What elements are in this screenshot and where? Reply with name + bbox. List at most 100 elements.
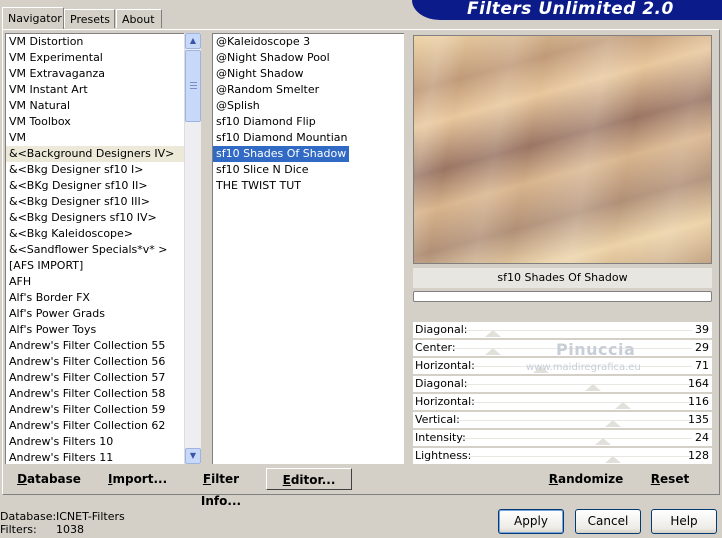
param-value: 71 (695, 359, 709, 372)
category-item[interactable]: &<Bkg Designer sf10 III> (6, 194, 185, 210)
category-item[interactable]: AFH (6, 274, 185, 290)
param-label: Horizontal: (415, 395, 475, 408)
category-item[interactable]: Andrew's Filter Collection 57 (6, 370, 185, 386)
app-title: Filters Unlimited 2.0 (467, 0, 674, 19)
param-label: Lightness: (415, 449, 472, 462)
param-value: 135 (688, 413, 709, 426)
category-item[interactable]: Alf's Border FX (6, 290, 185, 306)
category-item[interactable]: [AFS IMPORT] (6, 258, 185, 274)
param-value: 29 (695, 341, 709, 354)
scroll-up-button[interactable]: ▲ (185, 33, 201, 49)
category-item[interactable]: &<Background Designers IV> (6, 146, 185, 162)
title-banner: Filters Unlimited 2.0 (412, 0, 722, 20)
category-item[interactable]: Andrew's Filter Collection 58 (6, 386, 185, 402)
category-scrollbar[interactable]: ▲ ▼ (184, 33, 201, 464)
param-slider[interactable]: Diagonal: 39 (413, 322, 712, 338)
category-item[interactable]: VM Instant Art (6, 82, 185, 98)
param-value: 24 (695, 431, 709, 444)
slider-track[interactable] (443, 456, 692, 457)
tab-navigator[interactable]: Navigator (2, 7, 64, 29)
param-slider[interactable]: Intensity: 24 (413, 430, 712, 446)
category-item[interactable]: Andrew's Filter Collection 55 (6, 338, 185, 354)
filter-info-button[interactable]: Filter Info... (186, 468, 256, 508)
category-item[interactable]: Alf's Power Toys (6, 322, 185, 338)
category-item[interactable]: VM Toolbox (6, 114, 185, 130)
progress-bar (413, 291, 712, 302)
preview-filter-name: sf10 Shades Of Shadow (413, 268, 712, 288)
filter-item[interactable]: @Random Smelter (213, 82, 404, 98)
param-label: Center: (415, 341, 456, 354)
param-slider[interactable]: Vertical: 135 (413, 412, 712, 428)
filter-item[interactable]: @Night Shadow (213, 66, 404, 82)
database-value: ICNET-Filters (56, 510, 125, 523)
param-slider[interactable]: Lightness: 128 (413, 448, 712, 464)
cancel-button[interactable]: Cancel (575, 509, 641, 534)
param-value: 39 (695, 323, 709, 336)
randomize-button[interactable]: Randomize (548, 468, 624, 490)
filter-item[interactable]: @Kaleidoscope 3 (213, 34, 404, 50)
param-label: Horizontal: (415, 359, 475, 372)
filter-item[interactable]: sf10 Diamond Flip (213, 114, 404, 130)
category-item[interactable]: VM Natural (6, 98, 185, 114)
slider-knob[interactable] (595, 438, 611, 445)
scroll-down-button[interactable]: ▼ (185, 448, 201, 464)
param-label: Vertical: (415, 413, 460, 426)
param-value: 128 (688, 449, 709, 462)
tab-about[interactable]: About (116, 9, 162, 28)
slider-track[interactable] (443, 438, 692, 439)
import-button[interactable]: Import... (108, 468, 167, 490)
category-item[interactable]: &<Bkg Kaleidoscope> (6, 226, 185, 242)
filter-item-label: sf10 Shades Of Shadow (213, 146, 350, 162)
watermark-url: www.maidiregrafica.eu (526, 362, 641, 373)
slider-knob[interactable] (485, 348, 501, 355)
category-item[interactable]: VM Distortion (6, 34, 185, 50)
slider-knob[interactable] (605, 456, 621, 463)
slider-track[interactable] (443, 384, 692, 385)
filter-item[interactable]: sf10 Slice N Dice (213, 162, 404, 178)
param-slider[interactable]: Horizontal: 116 (413, 394, 712, 410)
filter-list[interactable]: @Kaleidoscope 3 @Night Shadow Pool @Night … (212, 33, 404, 464)
slider-knob[interactable] (615, 402, 631, 409)
filters-count-label: Filters: (0, 523, 37, 536)
category-item[interactable]: VM Extravaganza (6, 66, 185, 82)
editor-button[interactable]: Editor... (266, 468, 352, 490)
category-item[interactable]: Andrew's Filters 10 (6, 434, 185, 450)
category-item[interactable]: Andrew's Filter Collection 59 (6, 402, 185, 418)
slider-knob[interactable] (485, 330, 501, 337)
slider-track[interactable] (443, 420, 692, 421)
category-item[interactable]: &<Sandflower Specials*v* > (6, 242, 185, 258)
database-button[interactable]: Database (14, 468, 84, 490)
slider-knob[interactable] (585, 384, 601, 391)
category-item[interactable]: VM (6, 130, 185, 146)
filter-item[interactable]: sf10 Shades Of Shadow (213, 146, 404, 162)
filter-item[interactable]: @Splish (213, 98, 404, 114)
param-slider[interactable]: Diagonal: 164 (413, 376, 712, 392)
apply-button[interactable]: Apply (498, 509, 564, 534)
category-item[interactable]: &<Bkg Designers sf10 IV> (6, 210, 185, 226)
reset-button[interactable]: Reset (648, 468, 692, 490)
filter-item[interactable]: THE TWIST TUT (213, 178, 404, 194)
category-item[interactable]: Andrew's Filter Collection 56 (6, 354, 185, 370)
category-item[interactable]: Alf's Power Grads (6, 306, 185, 322)
slider-track[interactable] (443, 402, 692, 403)
slider-track[interactable] (443, 330, 692, 331)
tab-presets[interactable]: Presets (64, 9, 115, 28)
filter-item[interactable]: sf10 Diamond Mountian (213, 130, 404, 146)
slider-knob[interactable] (605, 420, 621, 427)
param-label: Intensity: (415, 431, 466, 444)
scroll-thumb[interactable] (185, 50, 201, 122)
database-label: Database: (0, 510, 57, 523)
filter-item[interactable]: @Night Shadow Pool (213, 50, 404, 66)
category-list[interactable]: VM Distortion VM Experimental VM Extravaga… (5, 33, 185, 464)
param-label: Diagonal: (415, 323, 468, 336)
help-button[interactable]: Help (651, 509, 717, 534)
filter-preview (413, 35, 712, 264)
watermark-name: Pinuccia (556, 340, 636, 359)
category-item[interactable]: &<BKg Designer sf10 II> (6, 178, 185, 194)
category-item[interactable]: Andrew's Filter Collection 62 (6, 418, 185, 434)
category-item[interactable]: VM Experimental (6, 50, 185, 66)
param-value: 164 (688, 377, 709, 390)
category-item[interactable]: Andrew's Filters 11 (6, 450, 185, 464)
param-value: 116 (688, 395, 709, 408)
category-item[interactable]: &<Bkg Designer sf10 I> (6, 162, 185, 178)
